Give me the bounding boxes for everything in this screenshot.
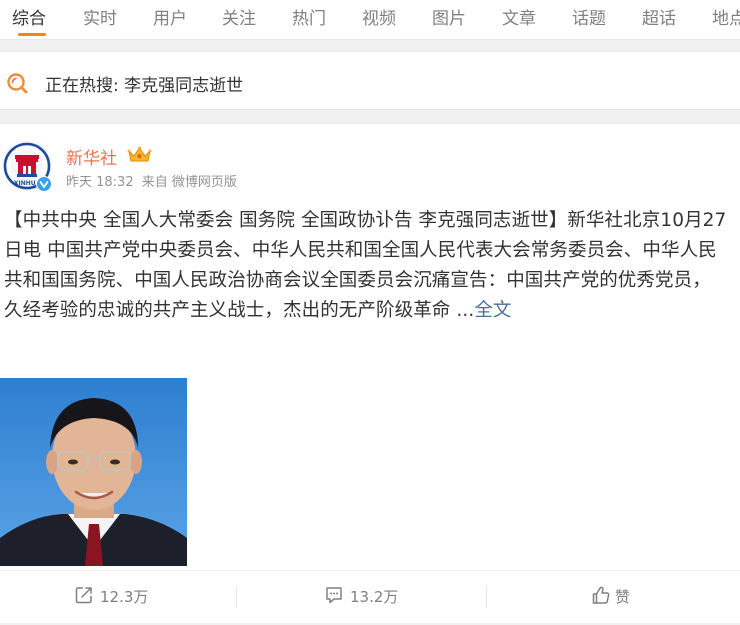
repost-count: 12.3万: [100, 588, 149, 606]
action-divider: [236, 586, 237, 608]
weibo-post-card: XINHUA 新华社 昨天 18:32 来自 微博网页版 【中共中央 全国人大常…: [0, 123, 740, 623]
comment-count: 13.2万: [350, 588, 399, 606]
like-button[interactable]: 赞: [494, 571, 740, 621]
search-tab-bar: 综合 实时 用户 关注 热门 视频 图片 文章 话题 超话 地点: [0, 0, 740, 40]
repost-button[interactable]: 12.3万: [0, 571, 246, 621]
tab-topics[interactable]: 话题: [572, 4, 606, 29]
tab-articles[interactable]: 文章: [502, 4, 536, 29]
tab-supertopics[interactable]: 超话: [642, 4, 676, 29]
post-text: 【中共中央 全国人大常委会 国务院 全国政协讣告 李克强同志逝世】新华社北京10…: [4, 206, 728, 326]
crown-icon: [127, 146, 152, 162]
author-name[interactable]: 新华社: [66, 144, 117, 169]
tab-realtime[interactable]: 实时: [83, 4, 117, 29]
post-time[interactable]: 昨天 18:32: [66, 175, 134, 190]
repost-icon: [75, 587, 92, 604]
tab-following[interactable]: 关注: [222, 4, 256, 29]
thumbs-up-icon: [592, 586, 610, 604]
post-action-bar: 12.3万 13.2万 赞: [0, 570, 740, 620]
active-tab-indicator: [18, 33, 46, 36]
post-image[interactable]: [0, 378, 187, 566]
tab-locations[interactable]: 地点: [712, 4, 740, 29]
hot-search-banner[interactable]: 正在热搜: 李克强同志逝世: [0, 51, 740, 110]
post-meta: 昨天 18:32 来自 微博网页版: [66, 171, 237, 190]
tab-popular[interactable]: 热门: [292, 4, 326, 29]
post-body: 【中共中央 全国人大常委会 国务院 全国政协讣告 李克强同志逝世】新华社北京10…: [4, 210, 727, 321]
comment-button[interactable]: 13.2万: [247, 571, 493, 621]
post-source: 来自 微博网页版: [141, 175, 237, 190]
expand-full-text-link[interactable]: 全文: [474, 300, 511, 321]
action-divider: [486, 586, 487, 608]
tab-images[interactable]: 图片: [432, 4, 466, 29]
search-icon: [7, 73, 28, 94]
comment-icon: [326, 587, 342, 604]
verified-v-icon: [36, 176, 52, 192]
hot-search-text: 正在热搜: 李克强同志逝世: [45, 76, 244, 96]
tab-video[interactable]: 视频: [362, 4, 396, 29]
like-label: 赞: [615, 588, 631, 606]
tab-comprehensive[interactable]: 综合: [12, 4, 46, 29]
tab-users[interactable]: 用户: [153, 4, 187, 29]
